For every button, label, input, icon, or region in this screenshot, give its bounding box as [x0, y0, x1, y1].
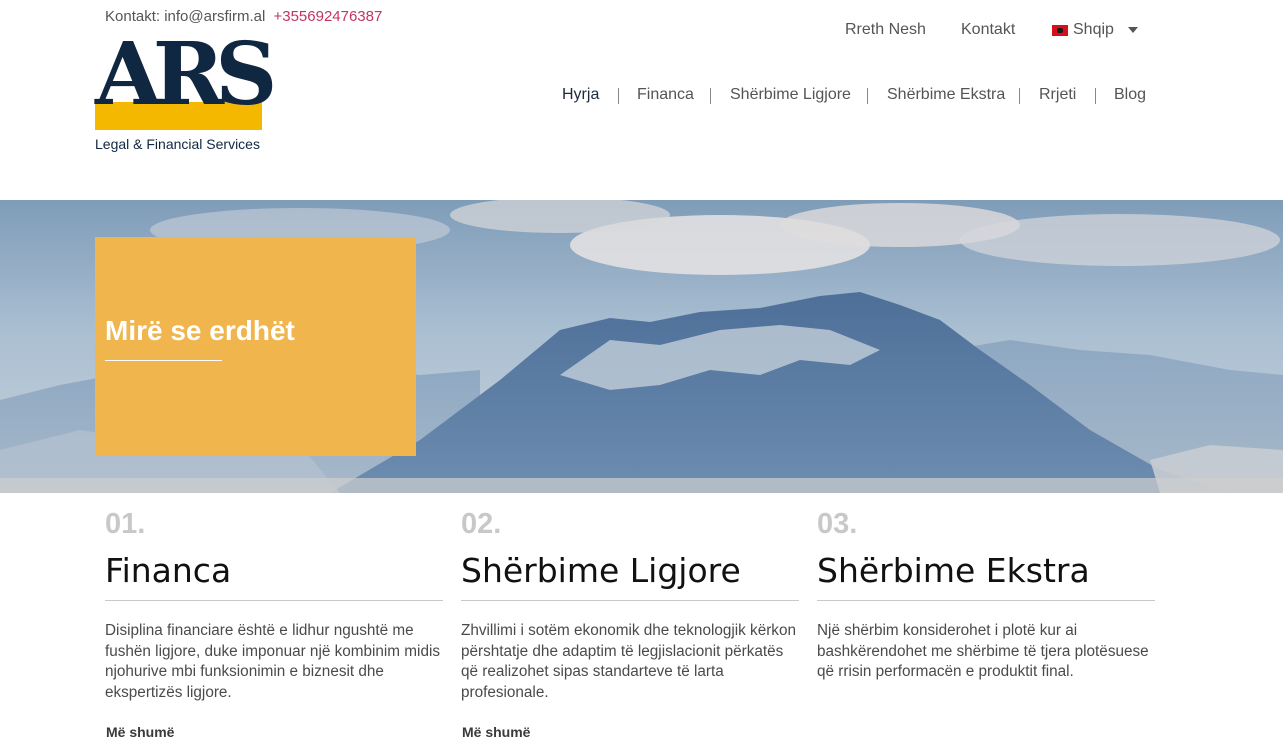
- top-link-about[interactable]: Rreth Nesh: [845, 21, 926, 39]
- nav-separator: [710, 88, 711, 104]
- service-divider: [461, 600, 799, 601]
- service-description: Zhvillimi i sotëm ekonomik dhe teknologj…: [461, 622, 796, 701]
- service-card-sherbime-ekstra: 03. Shërbime Ekstra Një shërbim konsider…: [817, 493, 1155, 741]
- nav-separator: [618, 88, 619, 104]
- hero-title: Mirë se erdhët: [105, 315, 295, 346]
- service-card-sherbime-ligjore: 02. Shërbime Ligjore Zhvillimi i sotëm e…: [461, 493, 799, 741]
- service-description: Një shërbim konsiderohet i plotë kur ai …: [817, 622, 1149, 681]
- service-description: Disiplina financiare është e lidhur ngus…: [105, 622, 440, 701]
- nav-item-financa[interactable]: Financa: [637, 86, 694, 104]
- welcome-box: Mirë se erdhët: [95, 237, 416, 456]
- logo-tagline: Legal & Financial Services: [95, 136, 260, 152]
- service-divider: [105, 600, 443, 601]
- nav-item-sherbime-ekstra[interactable]: Shërbime Ekstra: [887, 86, 1005, 104]
- albania-flag-icon: [1052, 24, 1068, 36]
- top-link-contact[interactable]: Kontakt: [961, 21, 1015, 39]
- nav-item-hyrja[interactable]: Hyrja: [562, 86, 599, 104]
- read-more-link[interactable]: Më shumë: [106, 724, 174, 740]
- nav-separator: [1095, 88, 1096, 104]
- service-number: 03.: [817, 508, 858, 540]
- service-number: 01.: [105, 508, 146, 540]
- nav-item-sherbime-ligjore[interactable]: Shërbime Ligjore: [730, 86, 851, 104]
- language-selector[interactable]: Shqip: [1052, 21, 1138, 39]
- top-links: Rreth Nesh Kontakt Shqip: [0, 21, 1283, 41]
- hero-title-underline: [105, 360, 222, 361]
- nav-separator: [1019, 88, 1020, 104]
- service-title: Shërbime Ligjore: [461, 551, 741, 590]
- hero-banner: Mirë se erdhët: [0, 200, 1283, 493]
- caret-down-icon: [1127, 27, 1138, 33]
- service-title: Shërbime Ekstra: [817, 551, 1090, 590]
- main-nav: Hyrja Financa Shërbime Ligjore Shërbime …: [0, 86, 1283, 108]
- site-header: Kontakt: info@arsfirm.al +355692476387 A…: [0, 0, 1283, 200]
- nav-item-rrjeti[interactable]: Rrjeti: [1039, 86, 1076, 104]
- service-title: Financa: [105, 551, 232, 590]
- service-divider: [817, 600, 1155, 601]
- read-more-link[interactable]: Më shumë: [462, 724, 530, 740]
- nav-item-blog[interactable]: Blog: [1114, 86, 1146, 104]
- nav-separator: [867, 88, 868, 104]
- service-number: 02.: [461, 508, 502, 540]
- service-card-financa: 01. Financa Disiplina financiare është e…: [105, 493, 443, 741]
- language-label: Shqip: [1073, 21, 1114, 38]
